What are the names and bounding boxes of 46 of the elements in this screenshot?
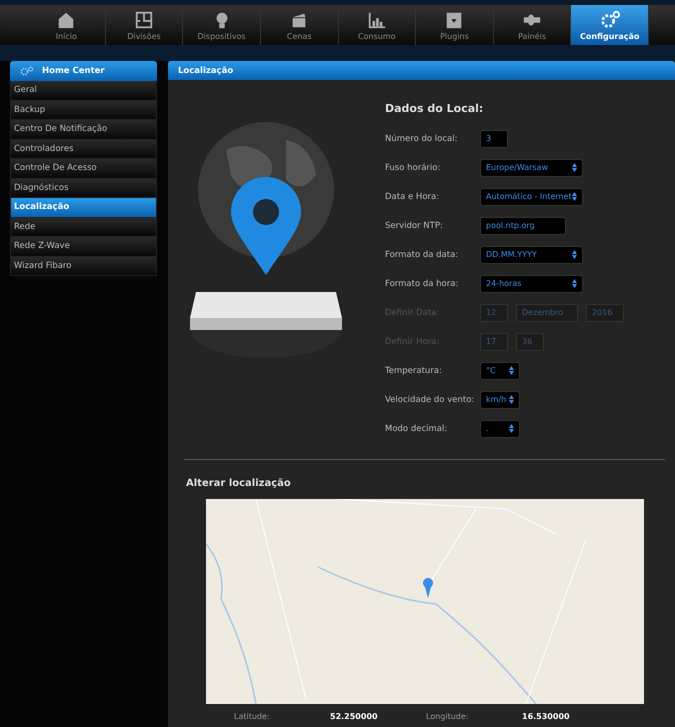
sidebar-item[interactable]: Rede	[10, 218, 157, 237]
field-label: Temperatura:	[385, 366, 443, 376]
longitude-label: Longitude:	[426, 712, 470, 721]
dropdown[interactable]: 24-horas	[480, 274, 583, 292]
dropdown[interactable]: Europe/Warsaw	[480, 158, 583, 176]
updown-arrows-icon	[509, 395, 514, 404]
sidebar-item[interactable]: Centro De Notificação	[10, 120, 157, 140]
form-title: Dados do Local:	[385, 102, 484, 117]
updown-arrows-icon	[509, 424, 514, 433]
input-field[interactable]: pool.ntp.org	[480, 216, 566, 234]
sidebar-item[interactable]: Rede Z-Wave	[10, 237, 157, 256]
sidebar-item[interactable]: Diagnósticos	[10, 178, 157, 198]
input-field[interactable]: 3	[480, 130, 508, 148]
updown-arrows-icon	[572, 192, 577, 201]
panel-header: Localização	[168, 61, 675, 80]
dropdown[interactable]: °C	[480, 362, 520, 380]
sidebar-item[interactable]: Controladores	[10, 140, 157, 159]
field-label: Fuso horário:	[385, 162, 442, 172]
sidebar-item[interactable]: Localização	[10, 198, 157, 218]
latitude-label: Latitude:	[234, 712, 271, 721]
updown-arrows-icon	[509, 366, 514, 375]
field-label: Formato da data:	[385, 250, 460, 260]
latitude-value: 52.250000	[330, 712, 379, 721]
nav-tab[interactable]: Configuração	[571, 5, 649, 45]
field-label: Servidor NTP:	[385, 220, 444, 230]
longitude-value: 16.530000	[522, 712, 571, 721]
sidebar-item[interactable]: Controle De Acesso	[10, 159, 157, 178]
sidebar-item[interactable]: Wizard Fibaro	[10, 256, 157, 276]
field-label: Velocidade do vento:	[385, 394, 476, 404]
field-label: Data e Hora:	[385, 192, 440, 202]
field-label: Formato da hora:	[385, 278, 460, 288]
gears-icon	[20, 66, 34, 76]
dropdown[interactable]: DD.MM.YYYY	[480, 246, 583, 264]
sidebar-item[interactable]: Geral	[10, 81, 157, 100]
field-label: Número do local:	[385, 134, 458, 144]
updown-arrows-icon	[572, 279, 577, 288]
field-label: Modo decimal:	[385, 424, 448, 434]
updown-arrows-icon	[572, 163, 577, 172]
section-title: Alterar localização	[186, 478, 292, 489]
sidebar-title: Home Center	[42, 66, 105, 76]
dropdown[interactable]: .	[480, 420, 520, 438]
dropdown[interactable]: Automático - Internet	[480, 188, 583, 206]
updown-arrows-icon	[572, 250, 577, 259]
dropdown[interactable]: km/h	[480, 390, 520, 408]
sidebar-item[interactable]: Backup	[10, 100, 157, 120]
gears-icon	[598, 10, 621, 30]
